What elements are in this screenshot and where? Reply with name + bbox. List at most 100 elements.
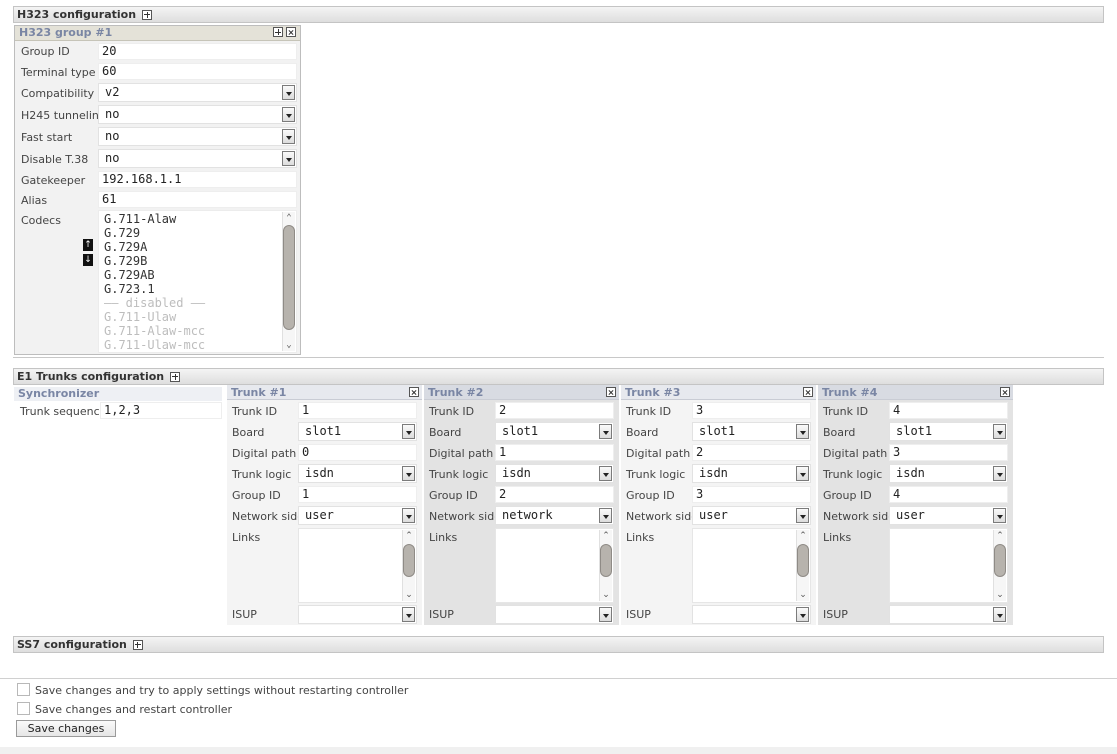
chevron-down-icon[interactable]: ⌄	[797, 589, 809, 601]
network-side-select[interactable]: user	[889, 506, 1008, 525]
trunk-sequence-input[interactable]: 1,2,3	[100, 402, 222, 419]
list-item[interactable]: G.711-Ulaw-mcc	[104, 338, 205, 352]
group-id-input[interactable]: 3	[692, 486, 811, 503]
save-changes-button[interactable]: Save changes	[16, 720, 116, 737]
chevron-down-icon[interactable]	[993, 607, 1006, 622]
chevron-down-icon[interactable]	[282, 129, 295, 144]
trunk-logic-select[interactable]: isdn	[298, 464, 417, 483]
chevron-up-icon[interactable]: ⌃	[600, 530, 612, 542]
chevron-down-icon[interactable]	[599, 424, 612, 439]
isup-select[interactable]	[495, 605, 614, 624]
expand-icon[interactable]	[132, 639, 143, 650]
codecs-list[interactable]: G.711-Alaw G.729 G.729A G.729B G.729AB G…	[98, 210, 297, 353]
links-list[interactable]: ⌃ ⌄	[495, 528, 614, 603]
links-scrollbar[interactable]: ⌃ ⌄	[993, 530, 1006, 601]
trunk-id-input[interactable]: 2	[495, 402, 614, 419]
chevron-up-icon[interactable]: ⌃	[403, 530, 415, 542]
board-select[interactable]: slot1	[889, 422, 1008, 441]
chevron-down-icon[interactable]	[796, 607, 809, 622]
compatibility-select[interactable]: v2	[98, 83, 297, 102]
isup-select[interactable]	[298, 605, 417, 624]
move-down-icon[interactable]: ↓	[83, 254, 93, 266]
chevron-down-icon[interactable]: ⌄	[283, 339, 295, 351]
trunk-logic-select[interactable]: isdn	[889, 464, 1008, 483]
chevron-down-icon[interactable]	[402, 466, 415, 481]
add-group-icon[interactable]	[273, 27, 283, 37]
scroll-thumb[interactable]	[403, 544, 415, 577]
fast-start-select[interactable]: no	[98, 127, 297, 146]
chevron-down-icon[interactable]	[599, 466, 612, 481]
list-item[interactable]: G.711-Alaw	[104, 212, 176, 226]
alias-input[interactable]: 61	[98, 191, 297, 208]
scroll-thumb[interactable]	[797, 544, 809, 577]
apply-without-restart-checkbox[interactable]	[17, 683, 30, 696]
chevron-down-icon[interactable]: ⌄	[403, 589, 415, 601]
group-id-input[interactable]: 4	[889, 486, 1008, 503]
chevron-down-icon[interactable]	[599, 607, 612, 622]
expand-icon[interactable]	[170, 371, 181, 382]
links-list[interactable]: ⌃ ⌄	[889, 528, 1008, 603]
list-item[interactable]: G.729A	[104, 240, 147, 254]
chevron-down-icon[interactable]	[282, 85, 295, 100]
list-item[interactable]: G.729B	[104, 254, 147, 268]
chevron-down-icon[interactable]	[402, 424, 415, 439]
close-icon[interactable]	[1000, 387, 1010, 397]
close-icon[interactable]	[606, 387, 616, 397]
disable-t38-select[interactable]: no	[98, 149, 297, 168]
trunk-id-input[interactable]: 3	[692, 402, 811, 419]
h245-tunneling-select[interactable]: no	[98, 105, 297, 124]
scroll-thumb[interactable]	[994, 544, 1006, 577]
links-scrollbar[interactable]: ⌃ ⌄	[796, 530, 809, 601]
ss7-section-header[interactable]: SS7 configuration	[13, 636, 1104, 653]
chevron-down-icon[interactable]: ⌄	[994, 589, 1006, 601]
digital-path-input[interactable]: 3	[889, 444, 1008, 461]
links-scrollbar[interactable]: ⌃ ⌄	[599, 530, 612, 601]
e1-section-header[interactable]: E1 Trunks configuration	[13, 368, 1104, 385]
group-id-input[interactable]: 2	[495, 486, 614, 503]
gatekeeper-input[interactable]: 192.168.1.1	[98, 171, 297, 188]
close-group-icon[interactable]	[286, 27, 296, 37]
group-id-input[interactable]: 1	[298, 486, 417, 503]
network-side-select[interactable]: network	[495, 506, 614, 525]
close-icon[interactable]	[803, 387, 813, 397]
group-id-input[interactable]: 20	[98, 43, 297, 60]
chevron-up-icon[interactable]: ⌃	[283, 212, 295, 224]
scroll-thumb[interactable]	[600, 544, 612, 577]
digital-path-input[interactable]: 0	[298, 444, 417, 461]
chevron-up-icon[interactable]: ⌃	[994, 530, 1006, 542]
board-select[interactable]: slot1	[692, 422, 811, 441]
chevron-down-icon[interactable]	[282, 151, 295, 166]
move-up-icon[interactable]: ↑	[83, 239, 93, 251]
chevron-down-icon[interactable]	[282, 107, 295, 122]
network-side-select[interactable]: user	[298, 506, 417, 525]
h323-section-header[interactable]: H323 configuration	[13, 6, 1104, 23]
board-select[interactable]: slot1	[298, 422, 417, 441]
digital-path-input[interactable]: 1	[495, 444, 614, 461]
digital-path-input[interactable]: 2	[692, 444, 811, 461]
chevron-down-icon[interactable]	[796, 424, 809, 439]
list-item[interactable]: G.711-Ulaw	[104, 310, 176, 324]
links-list[interactable]: ⌃ ⌄	[298, 528, 417, 603]
chevron-down-icon[interactable]	[993, 508, 1006, 523]
chevron-down-icon[interactable]	[796, 466, 809, 481]
terminal-type-input[interactable]: 60	[98, 63, 297, 80]
chevron-down-icon[interactable]	[993, 424, 1006, 439]
codecs-scrollbar[interactable]: ⌃ ⌄	[282, 212, 295, 351]
board-select[interactable]: slot1	[495, 422, 614, 441]
chevron-down-icon[interactable]: ⌄	[600, 589, 612, 601]
trunk-id-input[interactable]: 4	[889, 402, 1008, 419]
chevron-up-icon[interactable]: ⌃	[797, 530, 809, 542]
isup-select[interactable]	[692, 605, 811, 624]
restart-controller-checkbox[interactable]	[17, 702, 30, 715]
chevron-down-icon[interactable]	[402, 607, 415, 622]
network-side-select[interactable]: user	[692, 506, 811, 525]
trunk-logic-select[interactable]: isdn	[692, 464, 811, 483]
close-icon[interactable]	[409, 387, 419, 397]
links-list[interactable]: ⌃ ⌄	[692, 528, 811, 603]
list-item[interactable]: G.729	[104, 226, 140, 240]
chevron-down-icon[interactable]	[599, 508, 612, 523]
list-item[interactable]: G.711-Alaw-mcc	[104, 324, 205, 338]
trunk-logic-select[interactable]: isdn	[495, 464, 614, 483]
list-item[interactable]: G.723.1	[104, 282, 155, 296]
expand-icon[interactable]	[142, 9, 153, 20]
